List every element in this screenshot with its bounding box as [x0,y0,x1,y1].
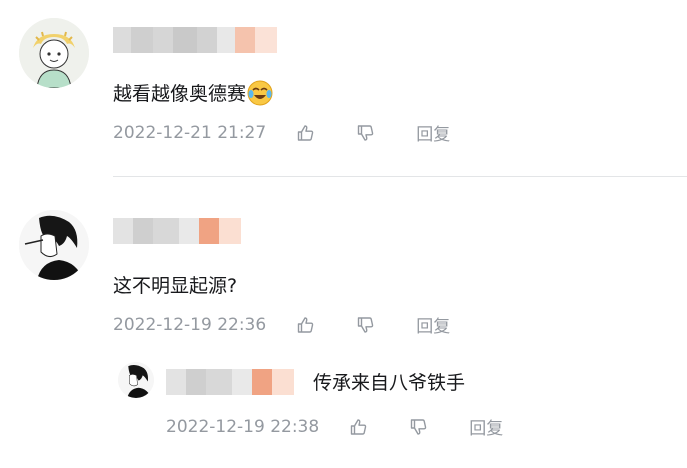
reply-name-blurred[interactable] [166,369,294,395]
thumbs-down-icon [358,316,374,333]
dislike-button[interactable] [356,315,376,335]
commenter-name-blurred[interactable] [113,218,241,244]
commenter-avatar[interactable] [19,210,89,280]
commenter-avatar[interactable] [19,18,89,88]
comment-time: 2022-12-21 21:27 [113,122,267,143]
reply-button[interactable]: 回复 [469,414,503,439]
like-button[interactable] [296,315,316,335]
reply-button[interactable]: 回复 [416,312,450,337]
commenter-name-blurred[interactable] [113,27,277,53]
reply-button[interactable]: 回复 [416,120,450,145]
thumbs-up-icon [298,316,314,333]
ink-sketch-man-avatar-icon [118,362,154,398]
dislike-button[interactable] [356,123,376,143]
reply-meta: 2022-12-19 22:38 回复 [166,414,503,440]
comment-content: 这不明显起源? [113,271,237,298]
reply-content: 传承来自八爷铁手 [313,368,465,395]
reply-time: 2022-12-19 22:38 [166,416,320,437]
thumbs-down-icon [411,418,427,435]
comment-meta: 2022-12-19 22:36 回复 [113,312,450,338]
reply-avatar[interactable] [118,362,154,398]
thumbs-up-icon [298,124,314,141]
comment-text: 越看越像奥德赛 [113,83,247,105]
dislike-button[interactable] [409,417,429,437]
ink-sketch-man-avatar-icon [19,210,89,280]
comment-content: 越看越像奥德赛 [113,79,273,106]
thumbs-up-icon [351,418,367,435]
like-button[interactable] [296,123,316,143]
cartoon-boy-avatar-icon [19,18,89,88]
cry-laugh-emoji-icon [247,80,273,105]
like-button[interactable] [349,417,369,437]
comment-text: 这不明显起源? [113,275,238,297]
comment-time: 2022-12-19 22:36 [113,314,267,335]
thumbs-down-icon [358,124,374,141]
comment-divider [113,176,687,177]
reply-text: 传承来自八爷铁手 [313,372,466,394]
comment-meta: 2022-12-21 21:27 回复 [113,120,450,146]
